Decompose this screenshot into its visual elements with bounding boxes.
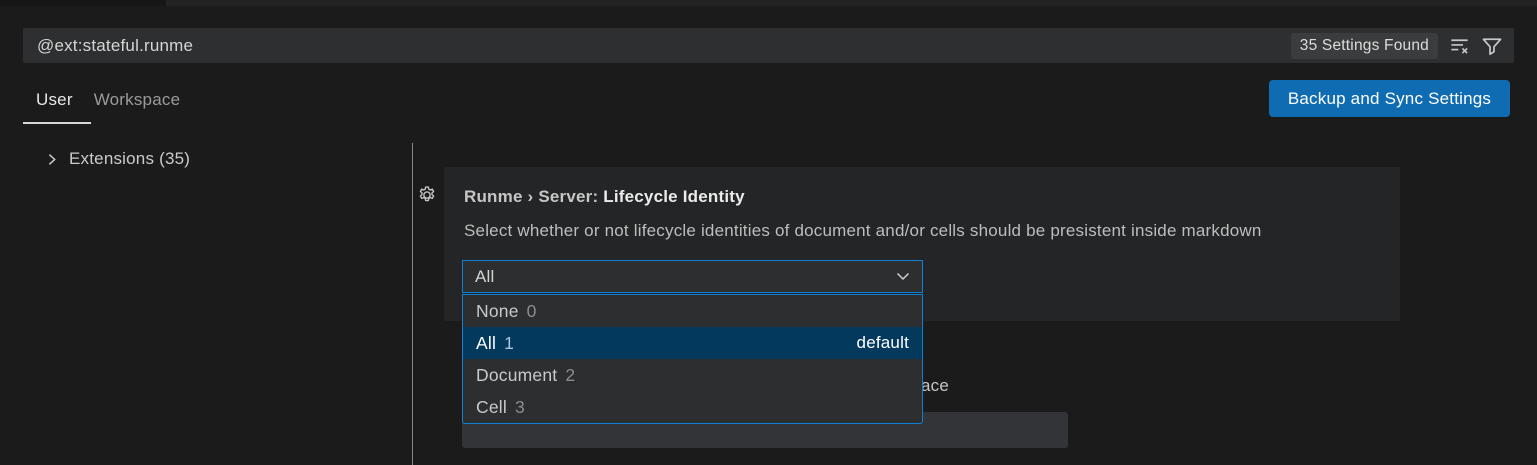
option-number: 0 — [526, 300, 537, 321]
active-tab-edge — [0, 0, 166, 6]
option-label: None — [476, 300, 519, 321]
setting-name: Lifecycle Identity — [603, 187, 745, 206]
lifecycle-identity-select[interactable]: All — [462, 260, 923, 293]
occluded-setting-text: ace — [921, 376, 950, 395]
setting-category: Runme › Server: — [464, 187, 604, 206]
option-label: All — [476, 332, 497, 353]
option-number: 1 — [504, 332, 514, 353]
editor-tab-strip — [0, 0, 1537, 6]
backup-sync-settings-button[interactable]: Backup and Sync Settings — [1269, 80, 1510, 117]
gear-icon[interactable] — [417, 185, 437, 205]
settings-splitter[interactable] — [412, 143, 413, 465]
default-badge: default — [856, 333, 909, 352]
option-number: 2 — [565, 364, 576, 385]
toc-item-label: Extensions (35) — [69, 149, 191, 168]
settings-search-input[interactable] — [37, 35, 1291, 56]
option-label: Document — [476, 364, 558, 385]
search-actions: 35 Settings Found — [1290, 32, 1504, 59]
settings-search-bar[interactable]: 35 Settings Found — [23, 28, 1514, 63]
active-tab-underline — [23, 122, 91, 124]
toc-item-extensions[interactable]: Extensions (35) — [44, 149, 190, 169]
settings-scope-tabs: User Workspace — [36, 90, 180, 110]
dropdown-option-document[interactable]: Document 2 — [463, 359, 922, 391]
setting-title: Runme › Server: Lifecycle Identity — [464, 187, 745, 207]
chevron-down-icon — [896, 272, 910, 281]
dropdown-option-cell[interactable]: Cell 3 — [463, 391, 922, 423]
tab-workspace[interactable]: Workspace — [94, 90, 181, 110]
lifecycle-identity-dropdown: None 0 All 1 default Document 2 Cell 3 — [462, 294, 923, 424]
tab-user[interactable]: User — [36, 90, 73, 110]
dropdown-option-none[interactable]: None 0 — [463, 295, 922, 327]
filter-icon[interactable] — [1480, 34, 1504, 58]
settings-count-badge: 35 Settings Found — [1290, 32, 1438, 59]
vscode-settings-editor: 35 Settings Found User Workspace Backup … — [0, 0, 1537, 465]
select-value: All — [475, 266, 495, 286]
clear-search-results-icon[interactable] — [1447, 34, 1471, 58]
dropdown-option-all[interactable]: All 1 default — [463, 327, 922, 359]
setting-description: Select whether or not lifecycle identiti… — [464, 221, 1262, 240]
chevron-right-icon — [44, 152, 59, 167]
option-label: Cell — [476, 396, 507, 417]
option-number: 3 — [514, 396, 525, 417]
